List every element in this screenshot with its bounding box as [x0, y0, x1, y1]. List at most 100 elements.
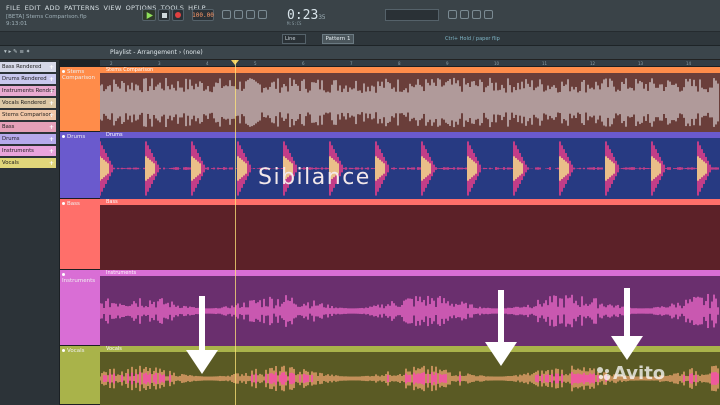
stop-button[interactable]: [158, 9, 170, 21]
menu-view[interactable]: VIEW: [103, 4, 121, 12]
pattern-selector[interactable]: Pattern 1: [322, 34, 354, 44]
arrow-down-icon: [611, 288, 643, 360]
ruler-tick: 2: [110, 61, 113, 66]
browser-item-label: Vocals Rendered: [2, 100, 46, 106]
ruler-tick: 7: [350, 61, 353, 66]
arrow-down-icon: [186, 296, 218, 374]
ruler-tick: 3: [158, 61, 161, 66]
browser-icon[interactable]: [484, 10, 493, 19]
audio-clip[interactable]: Stems Comparison: [100, 67, 720, 132]
record-icon: [175, 12, 181, 18]
timeline-ruler[interactable]: 2 3 4 5 6 7 8 9 10 11 12 13 14: [100, 60, 720, 67]
ruler-tick: 8: [398, 61, 401, 66]
time-small: 35: [318, 14, 326, 21]
browser-item[interactable]: Drums Rendered +: [0, 74, 56, 84]
browser-item-label: Bass Rendered: [2, 64, 42, 70]
countdown-icon[interactable]: [246, 10, 255, 19]
ruler-tick: 5: [254, 61, 257, 66]
add-icon[interactable]: +: [49, 124, 54, 131]
track-header[interactable]: Drums: [60, 132, 100, 199]
playlist-header: ▾ ▸ ✎ ≡ ✦ Playlist - Arrangement › (none…: [0, 46, 720, 60]
project-hint: 9:13:01: [6, 21, 28, 27]
ruler-tick: 10: [494, 61, 500, 66]
browser-item-label: Drums: [2, 136, 20, 142]
browser-panel: Bass Rendered + Drums Rendered + Instruments…: [0, 60, 60, 405]
hint-text: Ctrl+ Hold / paper flip: [445, 36, 500, 42]
waveform: [100, 141, 719, 196]
browser-item[interactable]: Instruments Render +: [0, 86, 56, 96]
track-name: Drums: [67, 134, 86, 140]
stop-icon: [161, 12, 167, 18]
loop-record-icon[interactable]: [258, 10, 267, 19]
song-time-display: 0:2335 M:S:CS: [287, 8, 326, 26]
mixer-icon[interactable]: [448, 10, 457, 19]
menu-edit[interactable]: EDIT: [25, 4, 41, 12]
playhead[interactable]: [235, 60, 236, 405]
arrow-down-icon: [485, 290, 517, 366]
add-icon[interactable]: +: [49, 160, 54, 167]
ruler-tick: 14: [686, 61, 692, 66]
audio-clip[interactable]: Drums: [100, 132, 720, 199]
browser-item[interactable]: Stems Comparison +: [0, 110, 56, 120]
metronome-icon[interactable]: [222, 10, 231, 19]
track-header[interactable]: Bass: [60, 199, 100, 270]
mute-led-icon[interactable]: [62, 135, 65, 138]
browser-item-label: Bass: [2, 124, 15, 130]
menu-patterns[interactable]: PATTERNS: [64, 4, 99, 12]
browser-item[interactable]: Bass +: [0, 122, 56, 132]
ruler-tick: 4: [206, 61, 209, 66]
track-header[interactable]: Stems Comparison: [60, 67, 100, 132]
add-icon[interactable]: +: [49, 148, 54, 155]
add-icon[interactable]: +: [49, 88, 54, 95]
project-title: [BETA] Stems Comparison.flp: [6, 14, 87, 20]
channel-rack-icon[interactable]: [472, 10, 481, 19]
browser-toolbar[interactable]: ▾ ▸ ✎ ≡ ✦: [4, 49, 30, 55]
track-name: Stems Comparison: [62, 69, 95, 81]
tempo-display[interactable]: 100.00: [192, 9, 214, 21]
secondary-toolbar: Line Pattern 1 Ctrl+ Hold / paper flip: [0, 32, 720, 46]
track-header[interactable]: Instruments: [60, 270, 100, 346]
browser-item[interactable]: Instruments +: [0, 146, 56, 156]
ruler-tick: 12: [590, 61, 596, 66]
mute-led-icon[interactable]: [62, 202, 65, 205]
track-name: Instruments: [62, 278, 96, 284]
add-icon[interactable]: +: [49, 64, 54, 71]
menu-add[interactable]: ADD: [45, 4, 60, 12]
ruler-tick: 6: [302, 61, 305, 66]
add-icon[interactable]: +: [49, 136, 54, 143]
browser-item[interactable]: Vocals Rendered +: [0, 98, 56, 108]
ruler-tick: 13: [638, 61, 644, 66]
waveform: [100, 77, 719, 128]
track-name: Bass: [67, 201, 80, 207]
waveform: [100, 205, 720, 270]
browser-item[interactable]: Vocals +: [0, 158, 56, 168]
top-toolbar: FILE EDIT ADD PATTERNS VIEW OPTIONS TOOL…: [0, 0, 720, 32]
playlist-title: Playlist - Arrangement › (none): [110, 49, 203, 56]
browser-item[interactable]: Bass Rendered +: [0, 62, 56, 72]
piano-roll-icon[interactable]: [460, 10, 469, 19]
browser-item-label: Stems Comparison: [2, 112, 53, 118]
play-icon: [146, 11, 153, 19]
overlay-caption: Sibilance: [258, 165, 371, 190]
wait-icon[interactable]: [234, 10, 243, 19]
cpu-meter: [385, 9, 439, 21]
browser-item-label: Drums Rendered: [2, 76, 47, 82]
add-icon[interactable]: +: [49, 76, 54, 83]
add-icon[interactable]: +: [49, 112, 54, 119]
record-button[interactable]: [172, 9, 184, 21]
mute-led-icon[interactable]: [62, 70, 65, 73]
browser-item[interactable]: Drums +: [0, 134, 56, 144]
mute-led-icon[interactable]: [62, 349, 65, 352]
snap-select[interactable]: Line: [282, 34, 306, 44]
play-button[interactable]: [142, 9, 156, 21]
browser-item-label: Vocals: [2, 160, 19, 166]
mute-led-icon[interactable]: [62, 273, 65, 276]
audio-clip[interactable]: Bass: [100, 199, 720, 270]
add-icon[interactable]: +: [49, 100, 54, 107]
browser-item-label: Instruments: [2, 148, 34, 154]
watermark: Avito: [613, 363, 666, 384]
menu-file[interactable]: FILE: [6, 4, 21, 12]
browser-item-label: Instruments Render: [2, 88, 55, 94]
track-header[interactable]: Vocals: [60, 346, 100, 405]
ruler-tick: 9: [446, 61, 449, 66]
